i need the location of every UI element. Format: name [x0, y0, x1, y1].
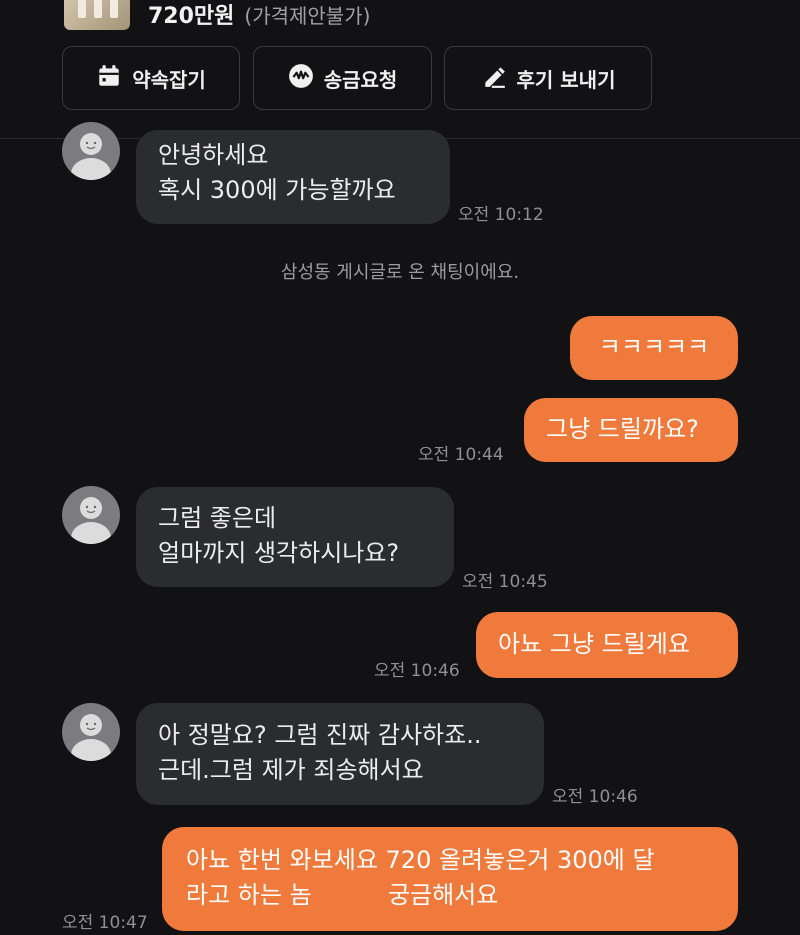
sender-avatar[interactable] — [62, 703, 120, 761]
outgoing-message-bubble: 그냥 드릴까요? — [524, 398, 738, 462]
message-timestamp: 오전 10:46 — [374, 661, 460, 681]
message-timestamp: 오전 10:44 — [418, 445, 504, 465]
message-text: 안녕하세요 — [158, 141, 269, 169]
sender-avatar[interactable] — [62, 486, 120, 544]
message-text: 얼마까지 생각하시나요? — [158, 539, 400, 567]
request-transfer-button[interactable]: 송금요청 — [253, 46, 432, 110]
make-appointment-label: 약속잡기 — [132, 67, 206, 92]
sender-avatar[interactable] — [62, 122, 120, 180]
price-row: 720만원 (가격제안불가) — [148, 0, 370, 32]
product-thumbnail[interactable] — [64, 0, 130, 30]
outgoing-message-bubble: 아뇨 한번 와보세요 720 올려놓은거 300에 달 라고 하는 놈 궁금해서… — [162, 827, 738, 931]
make-appointment-button[interactable]: 약속잡기 — [62, 46, 240, 110]
system-notice: 삼성동 게시글로 온 채팅이에요. — [280, 262, 520, 283]
request-transfer-label: 송금요청 — [323, 67, 398, 92]
message-timestamp: 오전 10:12 — [458, 205, 544, 225]
message-text: 혹시 300에 가능할까요 — [158, 176, 396, 204]
message-text: 근데.그럼 제가 죄송해서요 — [158, 756, 424, 784]
message-text: ㅋㅋㅋㅋㅋ — [598, 333, 710, 361]
message-text: 그럼 좋은데 — [158, 504, 277, 532]
message-text: 그냥 드릴까요? — [546, 415, 699, 443]
message-text: 아 정말요? 그럼 진짜 감사하죠.. — [158, 721, 482, 749]
transfer-icon — [288, 63, 314, 94]
incoming-message-bubble: 안녕하세요 혹시 300에 가능할까요 — [136, 130, 450, 224]
message-text: 라고 하는 놈 궁금해서요 — [186, 881, 499, 909]
outgoing-message-bubble: ㅋㅋㅋㅋㅋ — [570, 316, 738, 380]
price-note: (가격제안불가) — [244, 3, 371, 28]
send-review-label: 후기 보내기 — [516, 67, 616, 92]
message-timestamp: 오전 10:45 — [462, 572, 548, 592]
outgoing-message-bubble: 아뇨 그냥 드릴게요 — [476, 612, 738, 678]
message-text: 아뇨 그냥 드릴게요 — [498, 630, 690, 658]
message-timestamp: 오전 10:47 — [62, 913, 148, 933]
incoming-message-bubble: 아 정말요? 그럼 진짜 감사하죠.. 근데.그럼 제가 죄송해서요 — [136, 703, 544, 805]
chat-header: 720만원 (가격제안불가) 약속잡기 송금요청 후기 보내기 — [0, 0, 800, 139]
message-text: 아뇨 한번 와보세요 720 올려놓은거 300에 달 — [186, 846, 655, 874]
message-timestamp: 오전 10:46 — [552, 787, 638, 807]
send-review-button[interactable]: 후기 보내기 — [444, 46, 652, 110]
incoming-message-bubble: 그럼 좋은데 얼마까지 생각하시나요? — [136, 487, 454, 587]
calendar-icon — [96, 63, 122, 94]
pen-icon — [481, 63, 507, 94]
product-price: 720만원 — [148, 4, 235, 29]
